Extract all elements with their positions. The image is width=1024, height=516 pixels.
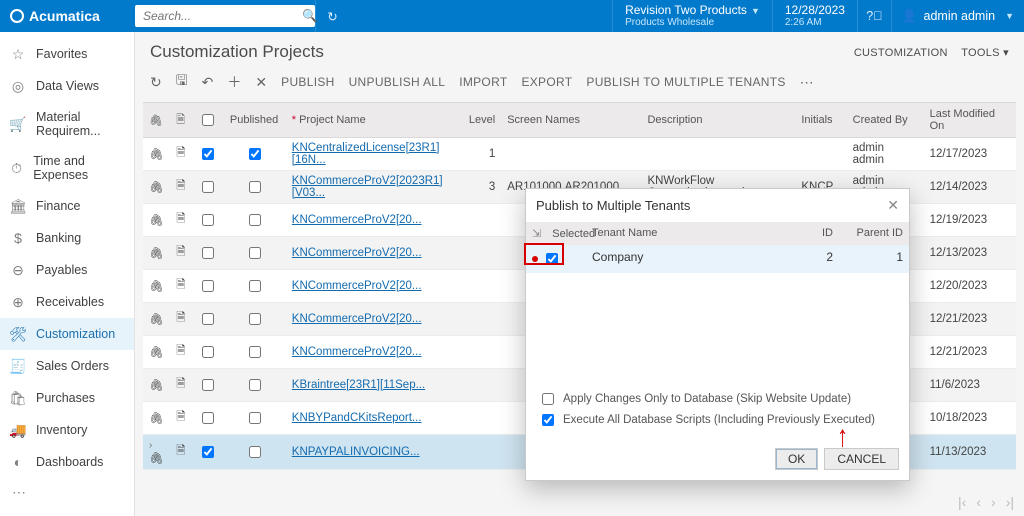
sidebar-item-banking[interactable]: $Banking (0, 222, 134, 254)
tenant-id-cell: 2 (789, 245, 839, 273)
plus-circle-icon: ⊕ (10, 294, 26, 310)
cancel-button[interactable]: CANCEL (824, 448, 899, 470)
clock-icon: ⏱ (10, 160, 23, 176)
sidebar-item-inventory[interactable]: 🚚Inventory (0, 414, 134, 446)
refresh-header-icon[interactable]: ↻ (315, 0, 349, 32)
sidebar-item-sales-orders[interactable]: 🧾Sales Orders (0, 350, 134, 382)
sidebar-item-purchases[interactable]: 🛍Purchases (0, 382, 134, 414)
close-icon[interactable]: ✕ (887, 197, 899, 214)
chevron-down-icon: ▼ (1005, 11, 1014, 21)
sidebar-item-data-views[interactable]: ◎Data Views (0, 70, 134, 102)
brand-icon (10, 9, 24, 23)
star-icon: ☆ (10, 46, 26, 62)
user-icon: 👤 (902, 9, 918, 24)
sidebar-item-dashboards[interactable]: ◐Dashboards (0, 446, 134, 478)
top-bar: Acumatica 🔍 ↻ Revision Two Products▼ Pro… (0, 0, 1024, 32)
gauge-icon: ◐ (10, 454, 26, 470)
tenant-selected-checkbox[interactable] (546, 253, 558, 265)
sidebar-more[interactable]: ⋯ (0, 478, 134, 507)
bank-icon: $ (10, 230, 26, 246)
tenant-selector[interactable]: Revision Two Products▼ Products Wholesal… (612, 0, 772, 32)
sidebar-item-time[interactable]: ⏱Time and Expenses (0, 146, 134, 190)
truck-icon: 🚚 (10, 422, 26, 438)
cart-icon: 🛒 (10, 116, 26, 132)
grid-pager: |‹ ‹ › ›| (958, 494, 1014, 510)
unsaved-indicator-icon (532, 256, 538, 262)
user-name: admin admin (924, 9, 996, 23)
purchase-icon: 🛍 (10, 390, 26, 406)
finance-icon: 🏛 (10, 198, 26, 214)
dialog-column-header: ⇲ Selected Tenant Name ID Parent ID (526, 222, 909, 245)
publish-tenants-dialog: Publish to Multiple Tenants ✕ ⇲ Selected… (525, 188, 910, 481)
sidebar-item-mrp[interactable]: 🛒Material Requirem... (0, 102, 134, 146)
eye-icon: ◎ (10, 78, 26, 94)
export-icon[interactable]: ⇲ (532, 227, 541, 240)
main-area: Customization Projects CUSTOMIZATION TOO… (135, 32, 1024, 516)
sidebar-item-payables[interactable]: ⊖Payables (0, 254, 134, 286)
help-icon[interactable]: ?⃝ (857, 0, 891, 32)
apply-db-only-option[interactable]: Apply Changes Only to Database (Skip Web… (538, 390, 897, 408)
dialog-title: Publish to Multiple Tenants (536, 198, 690, 213)
tenant-row[interactable]: Company 2 1 (526, 245, 909, 273)
wrench-icon: 🛠 (10, 326, 26, 342)
pager-next-icon[interactable]: › (991, 494, 996, 510)
highlight-annotation (524, 243, 564, 265)
search-input[interactable] (141, 8, 302, 24)
minus-circle-icon: ⊖ (10, 262, 26, 278)
ok-button[interactable]: OK (775, 448, 818, 470)
tenant-name-cell: Company (586, 245, 789, 273)
sidebar-item-receivables[interactable]: ⊕Receivables (0, 286, 134, 318)
pager-prev-icon[interactable]: ‹ (976, 494, 981, 510)
sidebar-item-favorites[interactable]: ☆Favorites (0, 38, 134, 70)
user-menu[interactable]: 👤 admin admin ▼ (891, 0, 1024, 32)
tenant-parent-id-cell: 1 (839, 245, 909, 273)
sidebar: ☆Favorites ◎Data Views 🛒Material Require… (0, 32, 135, 516)
sidebar-item-customization[interactable]: 🛠Customization (0, 318, 134, 350)
pager-first-icon[interactable]: |‹ (958, 494, 966, 510)
brand-text: Acumatica (29, 8, 100, 24)
business-date[interactable]: 12/28/2023 2:26 AM (772, 0, 857, 32)
orders-icon: 🧾 (10, 358, 26, 374)
search-box[interactable]: 🔍 (135, 5, 315, 27)
execute-all-scripts-option[interactable]: Execute All Database Scripts (Including … (538, 411, 897, 429)
sidebar-item-finance[interactable]: 🏛Finance (0, 190, 134, 222)
pager-last-icon[interactable]: ›| (1006, 494, 1014, 510)
brand[interactable]: Acumatica (0, 8, 135, 24)
